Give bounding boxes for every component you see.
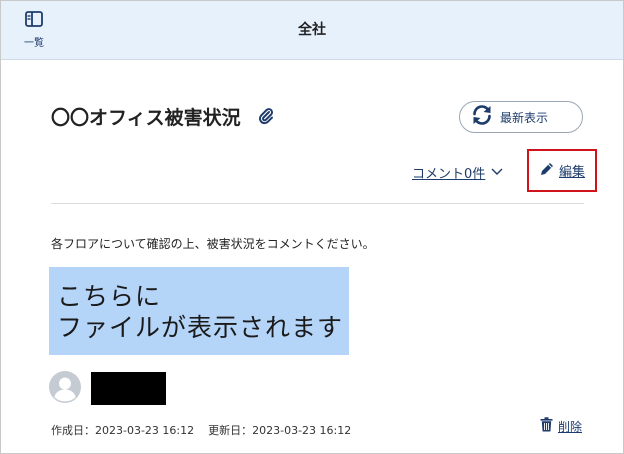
post-dates: 作成日：2023-03-23 16:12 更新日：2023-03-23 16:12 — [51, 422, 351, 438]
created-value: 2023-03-23 16:12 — [95, 424, 195, 437]
refresh-button[interactable]: 最新表示 — [459, 101, 583, 133]
updated-label: 更新日： — [208, 424, 253, 437]
refresh-label: 最新表示 — [500, 110, 549, 125]
delete-button[interactable]: 削除 — [540, 417, 582, 436]
comment-toggle-link[interactable]: コメント0件 — [412, 163, 503, 182]
updated-value: 2023-03-23 16:12 — [252, 424, 352, 437]
app-frame: 一覧 全社 〇〇オフィス被害状況 最新表示 コメント0件 編集 各フロアについて… — [0, 0, 624, 454]
header-bar: 一覧 全社 — [1, 1, 623, 60]
list-view-label: 一覧 — [24, 38, 44, 49]
file-preview-area[interactable]: こちらに ファイルが表示されます — [49, 267, 349, 355]
edit-label: 編集 — [558, 165, 585, 180]
list-view-button[interactable]: 一覧 — [19, 11, 49, 49]
post-description: 各フロアについて確認の上、被害状況をコメントください。 — [51, 237, 375, 251]
redacted-author-name — [91, 372, 166, 405]
trash-icon — [540, 417, 553, 436]
delete-label: 削除 — [558, 420, 583, 434]
edit-button[interactable]: 編集 — [527, 149, 597, 192]
comment-count-label: コメント0件 — [412, 167, 486, 182]
page-title: 〇〇オフィス被害状況 — [51, 107, 241, 129]
header-title: 全社 — [298, 22, 326, 38]
file-placeholder-line-2: ファイルが表示されます — [57, 313, 344, 342]
user-avatar-icon — [49, 371, 81, 407]
file-placeholder-line-1: こちらに — [57, 282, 162, 311]
created-label: 作成日： — [51, 424, 95, 437]
divider — [51, 203, 584, 204]
pencil-icon — [539, 161, 555, 181]
refresh-icon — [460, 103, 494, 131]
paperclip-icon[interactable] — [258, 107, 274, 129]
sidebar-panel-icon — [25, 11, 43, 31]
chevron-down-icon — [491, 165, 503, 180]
